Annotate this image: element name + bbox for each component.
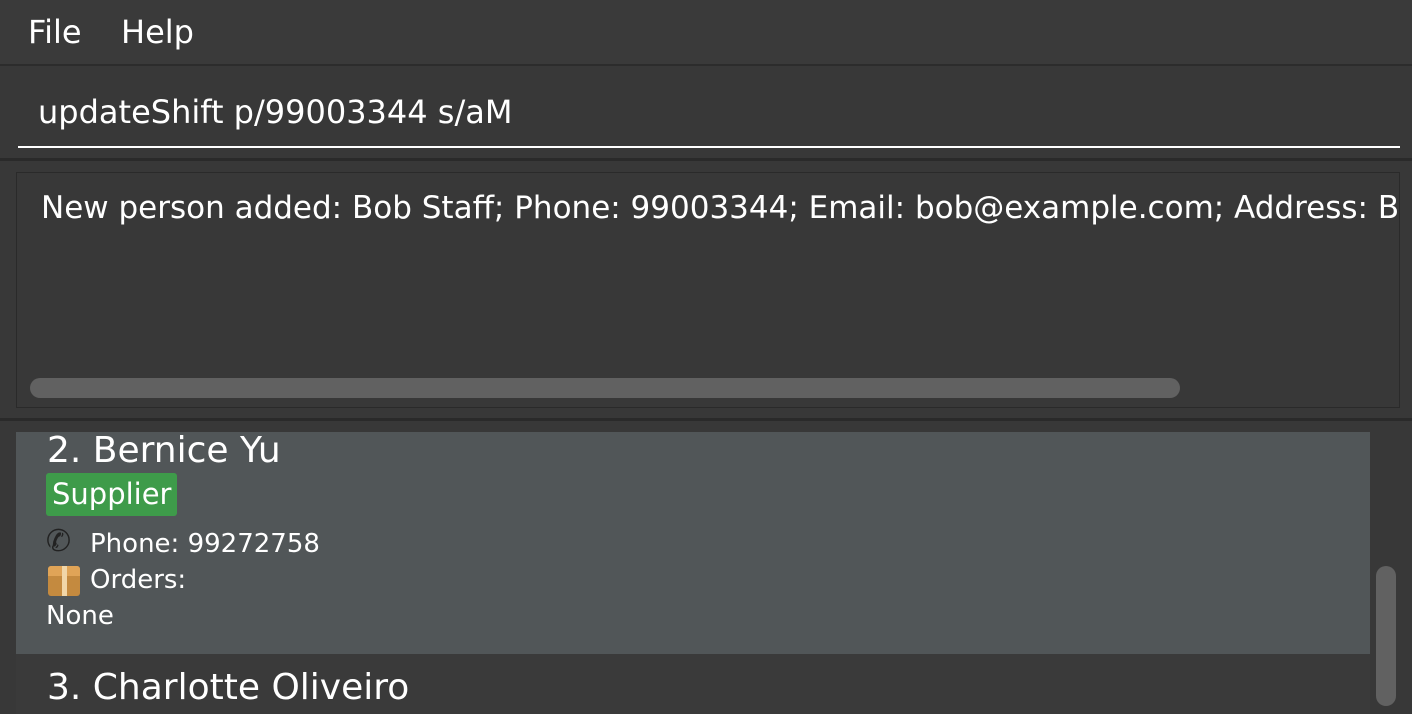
- vertical-scrollbar[interactable]: [1376, 566, 1396, 706]
- person-name: 3. Charlotte Oliveiro: [47, 667, 410, 708]
- person-name: 2. Bernice Yu: [47, 430, 281, 471]
- result-display[interactable]: New person added: Bob Staff; Phone: 9900…: [16, 172, 1400, 408]
- phone-row: ✆ Phone: 99272758: [46, 524, 320, 561]
- phone-text: Phone: 99272758: [90, 529, 320, 559]
- person-card[interactable]: 2. Bernice Yu Supplier ✆ Phone: 99272758 …: [16, 430, 1370, 654]
- orders-label: Orders:: [90, 565, 187, 595]
- divider: [0, 418, 1412, 421]
- menu-help[interactable]: Help: [121, 12, 194, 52]
- command-text: updateShift p/99003344 s/aM: [38, 93, 513, 131]
- command-input[interactable]: updateShift p/99003344 s/aM: [18, 86, 1400, 148]
- tag-badge: Supplier: [46, 473, 178, 516]
- menu-file[interactable]: File: [28, 12, 82, 52]
- result-text: New person added: Bob Staff; Phone: 9900…: [41, 190, 1400, 226]
- person-card[interactable]: 3. Charlotte Oliveiro: [16, 654, 1370, 714]
- package-icon: [46, 563, 82, 597]
- phone-icon: ✆: [46, 524, 72, 559]
- command-area: updateShift p/99003344 s/aM: [0, 66, 1412, 161]
- horizontal-scrollbar[interactable]: [30, 378, 1180, 398]
- orders-row: Orders:: [46, 563, 186, 597]
- orders-value: None: [46, 601, 114, 631]
- menu-bar: File Help: [0, 0, 1412, 66]
